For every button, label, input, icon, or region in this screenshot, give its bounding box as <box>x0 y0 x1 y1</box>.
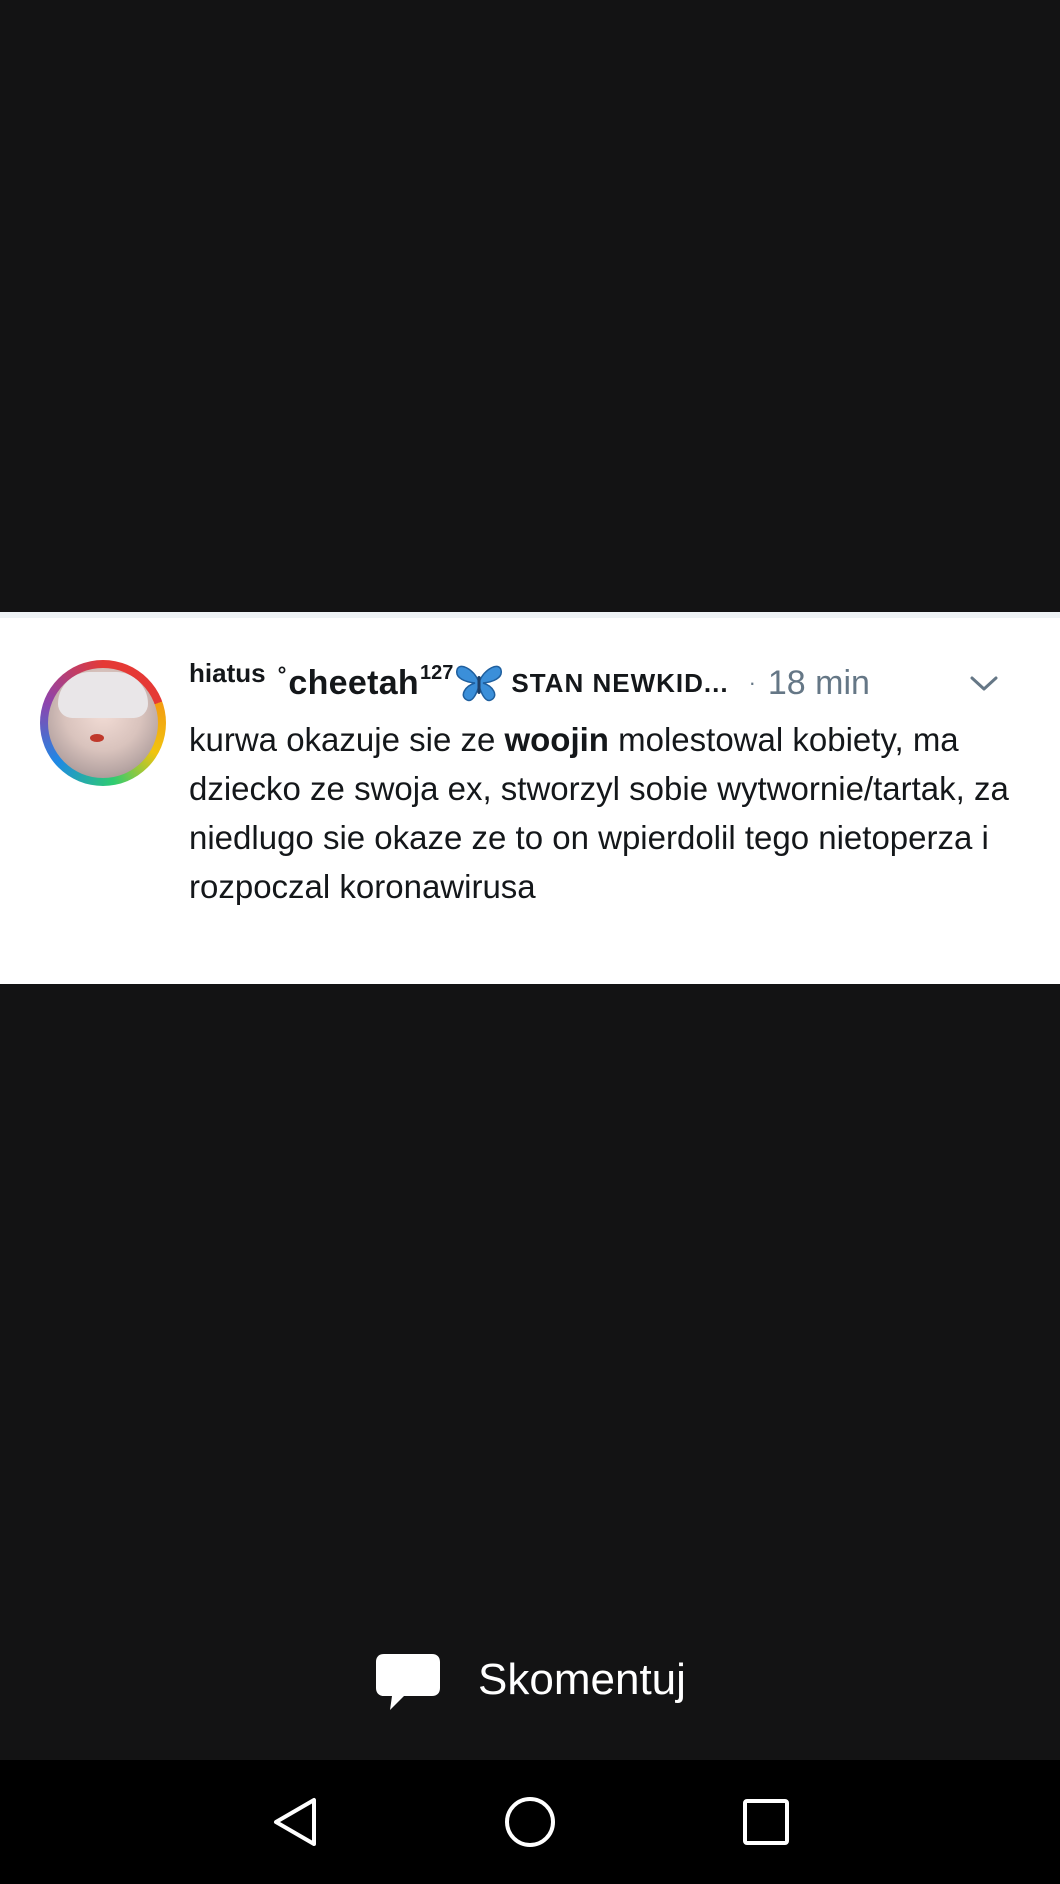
tweet-header: hiatus ° cheetah 127 STAN NEWKID... · 18… <box>189 658 1029 708</box>
butterfly-icon <box>456 665 503 702</box>
comment-button[interactable]: Skomentuj <box>0 1640 1060 1720</box>
name-prefix: hiatus <box>189 657 266 688</box>
display-name: cheetah <box>288 663 419 702</box>
avatar-photo <box>48 668 158 778</box>
name-suffix: STAN NEWKID... <box>511 667 729 698</box>
name-degree: ° <box>277 662 287 687</box>
home-circle-icon[interactable] <box>500 1792 560 1852</box>
tweet-text-bold: woojin <box>504 721 609 758</box>
tweet-screenshot: hiatus ° cheetah 127 STAN NEWKID... · 18… <box>0 612 1060 984</box>
comment-label: Skomentuj <box>478 1655 686 1704</box>
name-superscript: 127 <box>420 661 454 684</box>
back-triangle-icon[interactable] <box>264 1792 324 1852</box>
tweet-text: kurwa okazuje sie ze woojin molestowal k… <box>189 715 1029 911</box>
avatar <box>40 660 166 786</box>
speech-bubble-icon <box>376 1654 441 1710</box>
image-viewer: hiatus ° cheetah 127 STAN NEWKID... · 18… <box>0 0 1060 1760</box>
android-navigation-bar <box>0 1760 1060 1884</box>
recents-square-icon[interactable] <box>736 1792 796 1852</box>
chevron-down-icon <box>970 676 998 691</box>
avatar-hair <box>58 672 148 718</box>
tweet-text-start: kurwa okazuje sie ze <box>189 721 505 758</box>
tweet-time: 18 min <box>767 663 870 702</box>
avatar-lip <box>90 734 104 742</box>
separator-dot: · <box>748 670 756 695</box>
